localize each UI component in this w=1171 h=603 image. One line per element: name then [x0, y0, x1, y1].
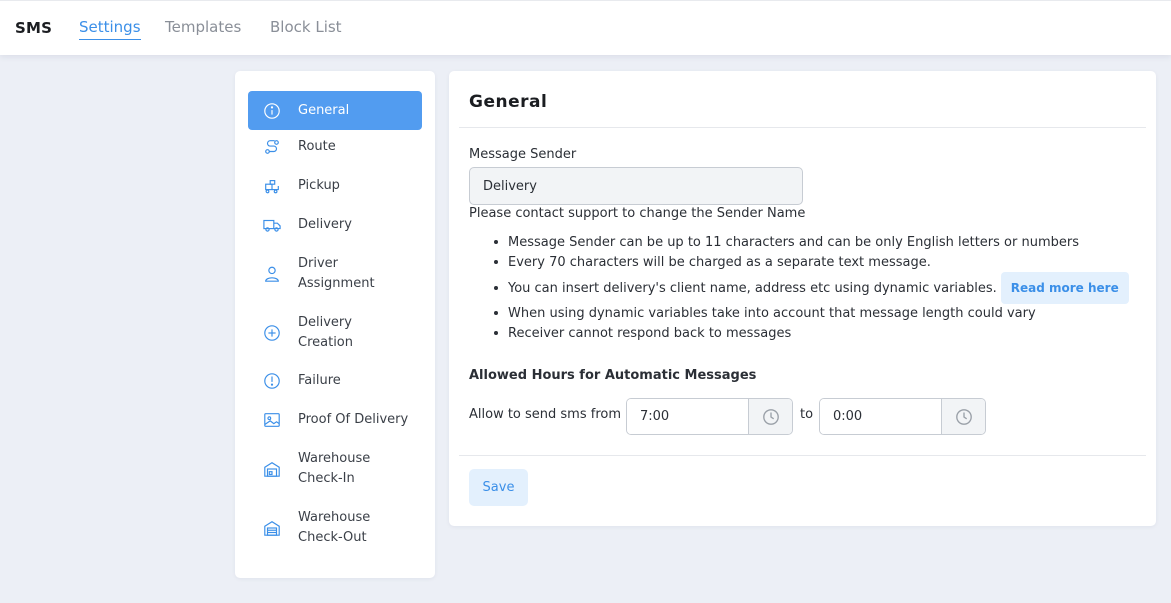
- list-item: Message Sender can be up to 11 character…: [494, 233, 1079, 251]
- sidebar-item-warehouse-check-out[interactable]: Warehouse Check-Out: [248, 508, 422, 548]
- bullet-dot: [494, 311, 498, 315]
- list-item-text: You can insert delivery's client name, a…: [508, 280, 997, 296]
- list-item: Receiver cannot respond back to messages: [494, 324, 791, 342]
- list-item: When using dynamic variables take into a…: [494, 304, 1036, 322]
- save-button[interactable]: Save: [469, 469, 528, 506]
- sidebar-item-label: Proof Of Delivery: [298, 412, 409, 427]
- sidebar-item-label: Pickup: [298, 178, 340, 193]
- sidebar-item-label: General: [298, 102, 350, 118]
- to-time-picker: [819, 398, 986, 435]
- sidebar-item-label: Warehouse Check-Out: [298, 510, 371, 545]
- from-time-picker: [626, 398, 793, 435]
- sidebar-item-proof-of-delivery[interactable]: Proof Of Delivery: [248, 410, 422, 430]
- list-item-text: Every 70 characters will be charged as a…: [508, 254, 931, 270]
- list-item: Every 70 characters will be charged as a…: [494, 253, 931, 271]
- sidebar-item-delivery-creation[interactable]: Delivery Creation: [248, 313, 422, 353]
- bullet-dot: [494, 286, 498, 290]
- list-item: You can insert delivery's client name, a…: [494, 272, 1129, 304]
- sidebar-item-route[interactable]: Route: [248, 137, 422, 157]
- allow-from-label: Allow to send sms from: [469, 407, 622, 422]
- settings-sidebar: General Route Pickup Delivery Driver Ass…: [235, 71, 435, 578]
- sidebar-item-label: Failure: [298, 373, 341, 388]
- warehouse-in-icon: [262, 459, 282, 479]
- list-item-text: Receiver cannot respond back to messages: [508, 325, 792, 341]
- sidebar-item-pickup[interactable]: Pickup: [248, 176, 422, 196]
- tab-templates[interactable]: Templates: [165, 18, 241, 39]
- to-time-input[interactable]: [820, 399, 941, 434]
- divider: [459, 127, 1146, 128]
- exclamation-circle-icon: [262, 371, 282, 391]
- sidebar-item-warehouse-check-in[interactable]: Warehouse Check-In: [248, 449, 422, 489]
- info-circle-icon: [262, 101, 282, 121]
- message-sender-label: Message Sender: [469, 147, 577, 162]
- read-more-button[interactable]: Read more here: [1000, 272, 1129, 304]
- sidebar-item-label: Delivery Creation: [298, 315, 354, 350]
- sidebar-item-label: Driver Assignment: [298, 256, 375, 291]
- page-title: General: [469, 92, 548, 112]
- general-settings-panel: General Message Sender Please contact su…: [449, 71, 1156, 526]
- app-title: SMS: [15, 19, 53, 37]
- plus-circle-icon: [262, 323, 282, 343]
- image-icon: [262, 410, 282, 430]
- list-item-text: Message Sender can be up to 11 character…: [508, 234, 1079, 250]
- bullet-dot: [494, 240, 498, 244]
- tab-block-list[interactable]: Block List: [270, 18, 342, 39]
- sidebar-item-driver-assignment[interactable]: Driver Assignment: [248, 254, 422, 294]
- sender-support-note: Please contact support to change the Sen…: [469, 206, 806, 221]
- sidebar-item-general[interactable]: General: [248, 91, 422, 130]
- user-icon: [262, 264, 282, 284]
- list-item-text: When using dynamic variables take into a…: [508, 305, 1036, 321]
- message-sender-field[interactable]: [469, 167, 803, 205]
- sidebar-item-label: Delivery: [298, 217, 352, 232]
- sidebar-item-label: Warehouse Check-In: [298, 451, 371, 486]
- bullet-dot: [494, 331, 498, 335]
- clock-icon[interactable]: [748, 399, 792, 434]
- from-time-input[interactable]: [627, 399, 748, 434]
- warehouse-out-icon: [262, 518, 282, 538]
- top-navigation-bar: SMS Settings Templates Block List: [0, 0, 1171, 55]
- bullet-dot: [494, 260, 498, 264]
- sidebar-item-failure[interactable]: Failure: [248, 371, 422, 391]
- tab-settings[interactable]: Settings: [79, 18, 141, 40]
- to-label: to: [800, 407, 814, 422]
- sidebar-item-delivery[interactable]: Delivery: [248, 215, 422, 235]
- route-icon: [262, 137, 282, 157]
- truck-icon: [262, 215, 282, 235]
- allowed-hours-heading: Allowed Hours for Automatic Messages: [469, 368, 757, 383]
- divider: [459, 455, 1146, 456]
- pickup-icon: [262, 176, 282, 196]
- clock-icon[interactable]: [941, 399, 985, 434]
- sidebar-item-label: Route: [298, 139, 336, 154]
